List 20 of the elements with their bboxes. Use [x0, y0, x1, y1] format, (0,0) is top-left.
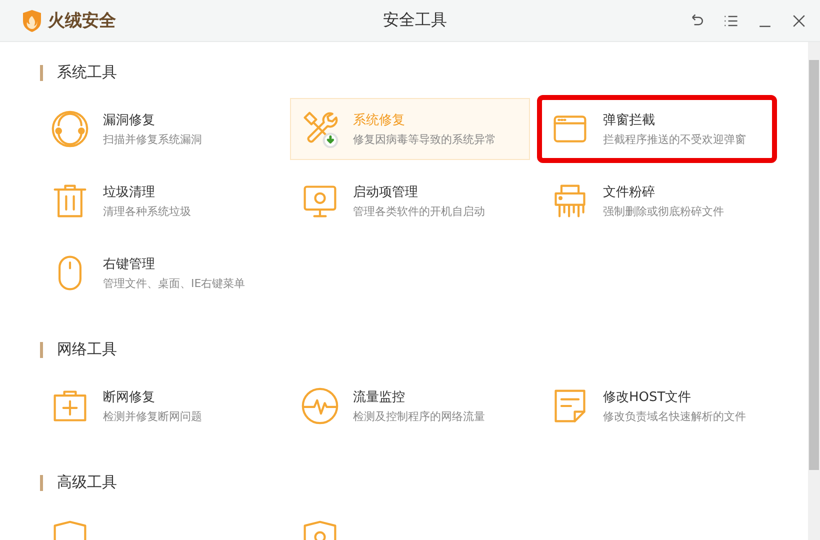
wrench-icon [301, 110, 339, 148]
tool-item[interactable]: 右键管理 管理文件、桌面、IE右键菜单 [40, 242, 280, 304]
tool-item[interactable]: 文件粉碎 强制删除或彻底粉碎文件 [540, 170, 780, 232]
pulse-icon [301, 387, 339, 425]
tool-item[interactable]: 垃圾清理 清理各种系统垃圾 [40, 170, 280, 232]
flame-shield-logo-icon [22, 10, 42, 32]
brand-name: 火绒安全 [48, 10, 116, 32]
section-title: 系统工具 [57, 63, 117, 82]
tool-item[interactable]: 漏洞修复 扫描并修复系统漏洞 [40, 98, 280, 160]
tool-item[interactable]: 修改HOST文件 修改负责域名快速解析的文件 [540, 375, 780, 437]
tool-item[interactable]: 弹窗拦截 拦截程序推送的不受欢迎弹窗 [540, 98, 774, 160]
window-title: 安全工具 [382, 10, 448, 31]
tool-item[interactable]: 启动项管理 管理各类软件的开机自启动 [290, 170, 530, 232]
trash-icon [51, 182, 89, 220]
headset-icon [51, 110, 89, 148]
tool-item[interactable]: 流量监控 检测及控制程序的网络流量 [290, 375, 530, 437]
tool-item[interactable]: 断网修复 检测并修复断网问题 [40, 375, 280, 437]
section-title: 网络工具 [57, 340, 117, 359]
scrollbar-thumb[interactable] [809, 60, 819, 470]
section-title: 高级工具 [57, 473, 117, 492]
